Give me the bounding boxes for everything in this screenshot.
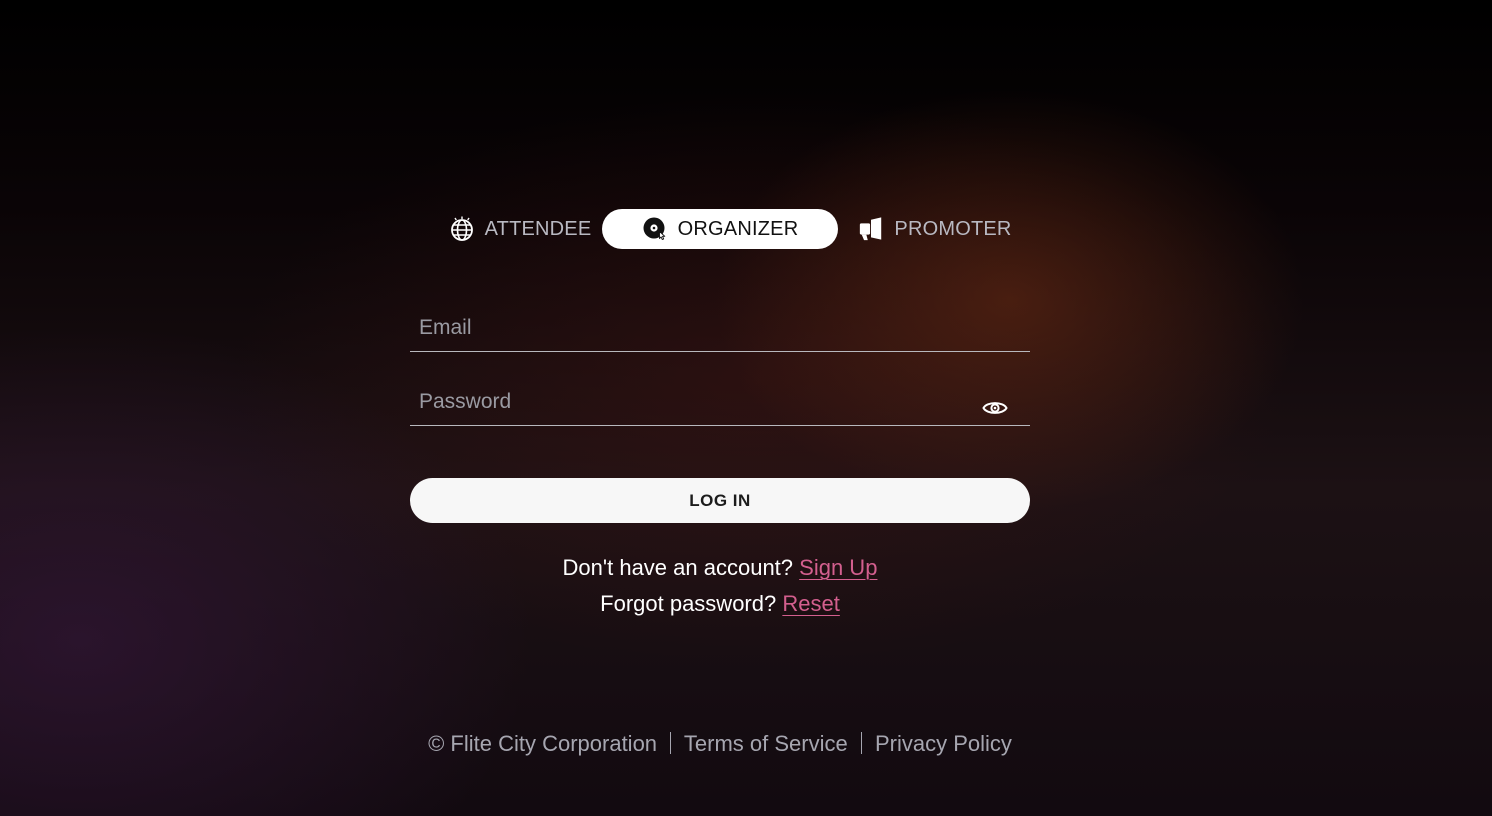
password-input[interactable] [410, 382, 1030, 425]
tab-promoter[interactable]: PROMOTER [850, 209, 1020, 249]
eye-icon[interactable] [982, 399, 1008, 417]
reset-prompt-text: Forgot password? [600, 591, 777, 616]
email-field-container [410, 308, 1030, 352]
role-tabs: ATTENDEE ORGANIZER PROMOTER [410, 209, 1030, 249]
signup-link[interactable]: Sign Up [799, 555, 877, 580]
email-input[interactable] [410, 308, 1030, 351]
tab-organizer-label: ORGANIZER [677, 217, 799, 240]
reset-link[interactable]: Reset [782, 591, 839, 616]
tab-attendee-label: ATTENDEE [484, 217, 592, 240]
tab-organizer[interactable]: ORGANIZER [602, 209, 838, 249]
terms-of-service-link[interactable]: Terms of Service [684, 731, 848, 756]
globe-icon [449, 216, 475, 242]
footer-divider [860, 732, 862, 754]
footer-copyright: © Flite City Corporation [428, 731, 658, 756]
signup-prompt-text: Don't have an account? [562, 555, 794, 580]
footer: © Flite City Corporation Terms of Servic… [310, 731, 1130, 757]
megaphone-icon [858, 216, 884, 242]
password-field-container [410, 382, 1030, 426]
reset-prompt: Forgot password? Reset [410, 591, 1030, 617]
login-button[interactable]: LOG IN [410, 478, 1030, 523]
privacy-policy-link[interactable]: Privacy Policy [875, 731, 1012, 756]
tab-attendee[interactable]: ATTENDEE [430, 209, 610, 249]
signup-prompt: Don't have an account? Sign Up [410, 555, 1030, 581]
footer-divider [670, 732, 672, 754]
tab-promoter-label: PROMOTER [894, 217, 1012, 240]
vinyl-record-icon [642, 216, 668, 242]
